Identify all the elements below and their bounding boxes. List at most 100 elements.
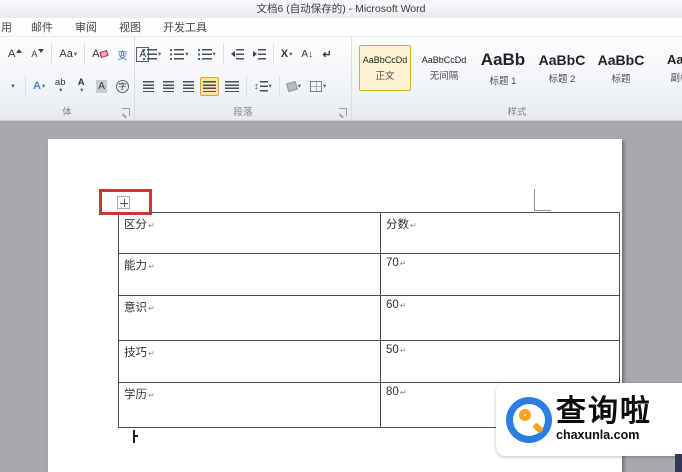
tab-view[interactable]: 视图 <box>108 19 152 35</box>
paragraph-group: X A↓ ↵ ↕ 段落 <box>135 37 352 120</box>
font-dialog-launcher-icon[interactable] <box>122 108 130 116</box>
font-color-icon: A <box>77 76 85 88</box>
style-name: 标题 1 <box>489 75 517 87</box>
chevron-down-icon: ▾ <box>11 83 15 90</box>
highlight-color-button[interactable]: ab <box>51 77 69 96</box>
styles-group-label: 样式 <box>507 107 527 118</box>
style-sample: AaBbC <box>597 51 645 68</box>
font-color-button[interactable]: A <box>72 77 90 96</box>
margin-corner-mark <box>534 189 551 211</box>
end-of-cell-mark: ↵ <box>148 349 155 358</box>
style-card-no-spacing[interactable]: AaBbCcDd 无间隔 <box>418 45 470 91</box>
highlight-icon: ab <box>54 76 66 88</box>
justify-icon <box>203 80 216 92</box>
phonetic-guide-icon: 变 <box>117 50 128 62</box>
clear-formatting-button[interactable]: A <box>89 45 111 64</box>
red-annotation-box <box>99 189 152 215</box>
sort-icon: A↓ <box>301 48 314 60</box>
increase-indent-button[interactable] <box>250 45 269 64</box>
line-spacing-icon: ↕ <box>254 81 259 91</box>
table-cell[interactable]: 能力↵ <box>119 254 381 295</box>
align-right-button[interactable] <box>180 77 197 96</box>
shrink-font-button[interactable]: A <box>28 45 47 64</box>
divider <box>278 76 280 96</box>
distribute-button[interactable] <box>222 77 242 96</box>
shading-button[interactable] <box>284 77 304 96</box>
end-of-cell-mark: ↵ <box>399 301 407 310</box>
text-cursor <box>133 430 138 443</box>
line-spacing-button[interactable]: ↕ <box>251 77 275 96</box>
tab-developer[interactable]: 开发工具 <box>152 19 218 35</box>
divider <box>25 76 26 96</box>
bullets-button[interactable] <box>140 45 164 64</box>
sort-button[interactable]: A↓ <box>298 45 316 64</box>
phonetic-guide-button[interactable]: 变 <box>114 45 130 64</box>
magnifier-logo-icon <box>506 396 552 443</box>
show-formatting-marks-button[interactable]: ↵ <box>319 45 335 64</box>
tab-review[interactable]: 审阅 <box>64 19 108 35</box>
character-shading-button[interactable]: A <box>93 77 110 96</box>
table-cell[interactable]: 70↵ <box>381 254 619 295</box>
style-name: 标题 <box>611 73 631 85</box>
style-name: 标题 2 <box>548 73 576 85</box>
table-cell[interactable]: 技巧↵ <box>119 341 381 382</box>
ribbon-tab-bar: 用 邮件 审阅 视图 开发工具 <box>0 18 682 37</box>
text-effects-button[interactable]: A <box>30 77 48 96</box>
word-window: 文档6 (自动保存的) - Microsoft Word 用 邮件 审阅 视图 … <box>0 0 682 472</box>
style-card-title[interactable]: AaBbC 标题 <box>595 45 647 91</box>
numbering-button[interactable] <box>167 45 191 64</box>
table-cell[interactable]: 分数↵ <box>381 213 619 253</box>
divider <box>84 44 86 64</box>
watermark-title: 查询啦 <box>556 395 652 428</box>
ribbon: A A Aa A 变 A ▾ A ab A A 字 体 <box>0 37 682 121</box>
style-card-normal[interactable]: AaBbCcDd 正文 <box>359 45 411 91</box>
style-sample: AaBbC <box>538 51 586 68</box>
numbering-icon <box>170 48 185 60</box>
multilevel-list-button[interactable] <box>195 45 219 64</box>
divider <box>222 44 224 64</box>
increase-indent-icon <box>252 51 257 57</box>
grow-font-icon: A <box>8 48 16 60</box>
divider <box>272 44 274 64</box>
style-card-subtitle[interactable]: AaB 副标 <box>654 45 682 91</box>
style-name: 副标 <box>670 73 682 84</box>
end-of-cell-mark: ↵ <box>148 262 155 271</box>
document-area: 区分↵ 分数↵ 能力↵ 70↵ 意识↵ 60↵ 技巧↵ 50↵ 学历↵ 80↵ … <box>0 122 682 472</box>
asian-layout-icon: X <box>280 48 289 60</box>
paragraph-dialog-launcher-icon[interactable] <box>339 108 347 116</box>
tab-mailings[interactable]: 邮件 <box>20 19 64 35</box>
change-case-button[interactable]: Aa <box>56 45 80 64</box>
table-cell[interactable]: 学历↵ <box>119 383 381 427</box>
style-card-heading1[interactable]: AaBb 标题 1 <box>477 45 529 91</box>
decrease-indent-button[interactable] <box>228 45 247 64</box>
end-of-cell-mark: ↵ <box>410 221 417 230</box>
align-center-button[interactable] <box>160 77 177 96</box>
table-cell[interactable]: 区分↵ <box>119 213 381 253</box>
end-of-cell-mark: ↵ <box>148 391 155 400</box>
font-group-label: 体 <box>62 107 72 118</box>
style-name: 无间隔 <box>429 70 459 82</box>
end-of-cell-mark: ↵ <box>399 388 407 397</box>
align-right-icon <box>183 80 194 92</box>
table-row-header: 区分↵ 分数↵ <box>119 213 619 254</box>
end-of-cell-mark: ↵ <box>399 259 407 268</box>
table-cell[interactable]: 意识↵ <box>119 296 381 340</box>
window-title: 文档6 (自动保存的) - Microsoft Word <box>256 3 426 15</box>
grow-font-button[interactable]: A <box>5 45 25 64</box>
divider <box>246 76 247 96</box>
align-left-button[interactable] <box>140 77 157 96</box>
table-row: 意识↵ 60↵ <box>119 296 619 341</box>
style-card-heading2[interactable]: AaBbC 标题 2 <box>536 45 588 91</box>
style-name: 正文 <box>375 70 395 82</box>
asian-layout-button[interactable]: X <box>278 45 296 64</box>
underline-dropdown-partial[interactable]: ▾ <box>5 77 21 96</box>
table-cell[interactable]: 60↵ <box>381 296 619 340</box>
bullets-icon <box>143 48 157 60</box>
justify-button[interactable] <box>200 76 219 96</box>
borders-button[interactable] <box>307 77 329 96</box>
enclose-character-button[interactable]: 字 <box>113 77 132 96</box>
corner-strip <box>675 454 682 472</box>
pilcrow-icon: ↵ <box>322 48 332 61</box>
tab-references-partial[interactable]: 用 <box>0 19 20 35</box>
table-cell[interactable]: 50↵ <box>381 341 619 382</box>
